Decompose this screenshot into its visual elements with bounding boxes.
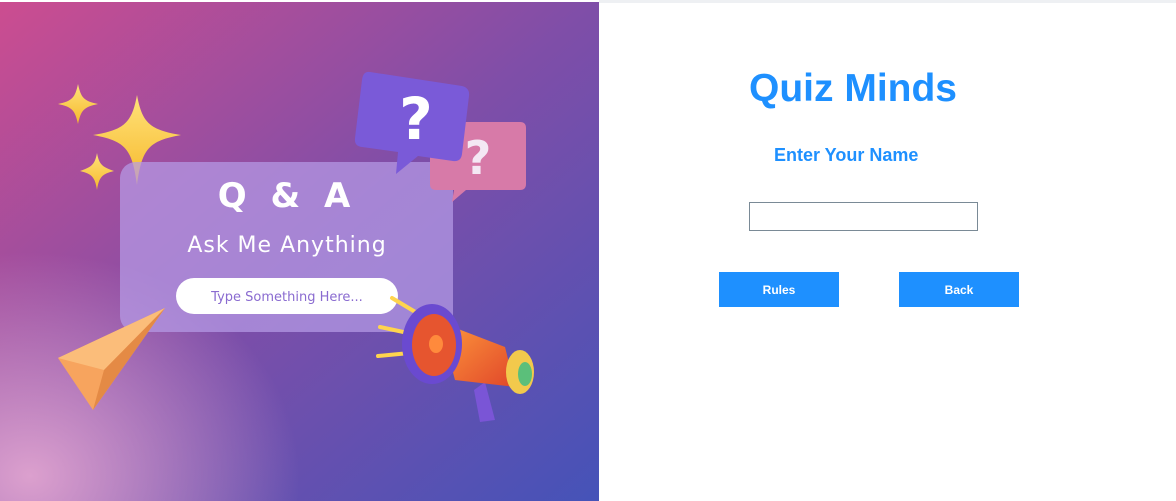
svg-text:?: ?	[465, 131, 492, 185]
login-panel: Quiz Minds Enter Your Name Rules Back	[599, 3, 1176, 501]
qa-heading: Q & A	[218, 176, 357, 216]
name-label: Enter Your Name	[774, 145, 919, 165]
rules-button[interactable]: Rules	[719, 272, 839, 307]
back-button[interactable]: Back	[899, 272, 1019, 307]
app-window: Q & A Ask Me Anything Type Something Her…	[0, 0, 1176, 501]
banner-illustration: Q & A Ask Me Anything Type Something Her…	[0, 2, 599, 501]
qa-subheading: Ask Me Anything	[187, 233, 386, 258]
app-title: Quiz Minds	[749, 67, 957, 110]
name-input[interactable]	[749, 202, 978, 231]
qa-banner-image: Q & A Ask Me Anything Type Something Her…	[0, 2, 599, 501]
svg-text:?: ?	[399, 85, 433, 153]
qa-placeholder-text: Type Something Here...	[210, 290, 363, 305]
